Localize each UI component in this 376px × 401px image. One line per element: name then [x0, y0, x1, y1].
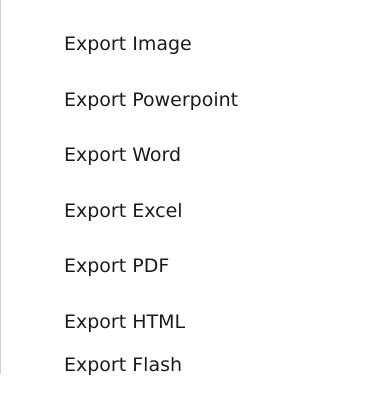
menu-item-export-image[interactable]: Export Image: [1, 18, 376, 70]
menu-item-label: Export HTML: [64, 311, 186, 333]
menu-item-label: Export PDF: [64, 255, 170, 277]
menu-item-label: Export Image: [64, 33, 192, 55]
menu-item-export-html[interactable]: Export HTML: [1, 296, 376, 348]
menu-item-export-flash[interactable]: Export Flash: [1, 351, 376, 381]
menu-item-label: Export Excel: [64, 200, 183, 222]
menu-item-label: Export Flash: [64, 354, 183, 376]
menu-item-label: Export Powerpoint: [64, 89, 239, 111]
menu-item-export-excel[interactable]: Export Excel: [1, 185, 376, 237]
menu-item-label: Export Word: [64, 144, 182, 166]
menu-item-export-word[interactable]: Export Word: [1, 129, 376, 181]
export-menu: Export Image Export Powerpoint Export Wo…: [0, 0, 376, 376]
menu-item-export-powerpoint[interactable]: Export Powerpoint: [1, 74, 376, 126]
menu-item-export-pdf[interactable]: Export PDF: [1, 240, 376, 292]
